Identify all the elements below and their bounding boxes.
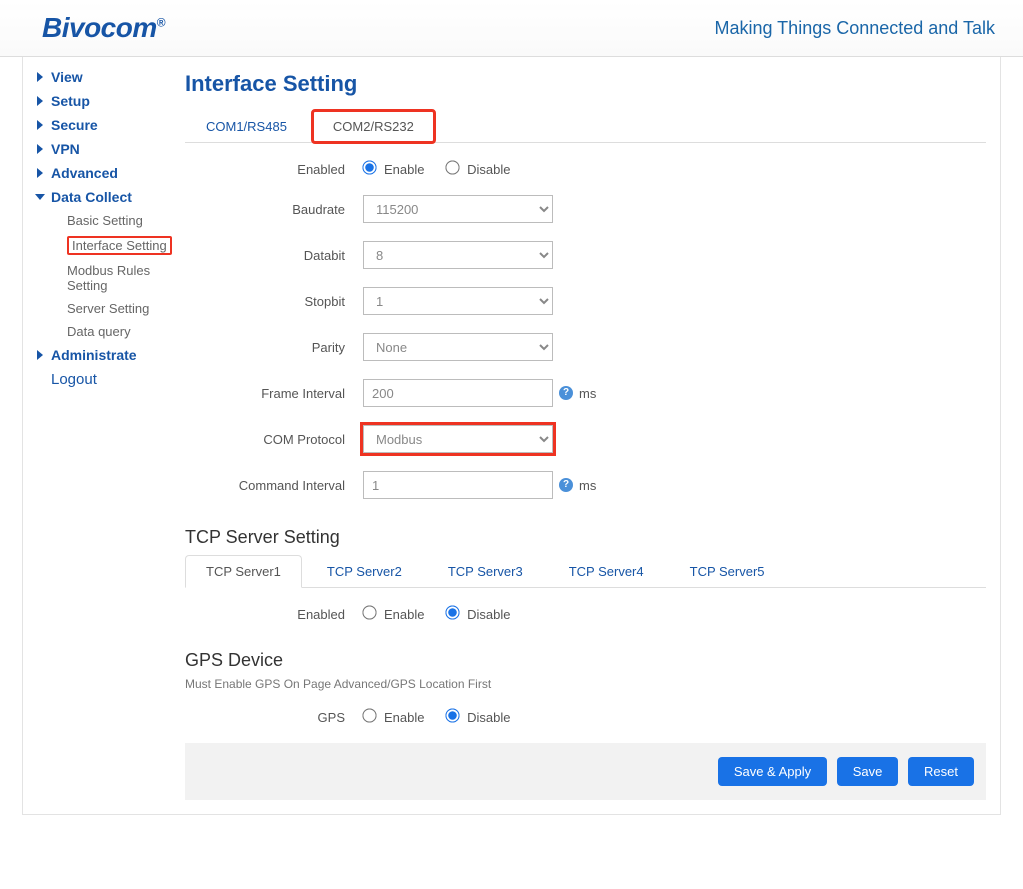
tcp-section-title: TCP Server Setting bbox=[185, 527, 986, 548]
sidebar-item-data-collect[interactable]: Data Collect bbox=[23, 185, 183, 209]
sidebar-item-secure[interactable]: Secure bbox=[23, 113, 183, 137]
reset-button[interactable]: Reset bbox=[908, 757, 974, 786]
sidebar-item-advanced[interactable]: Advanced bbox=[23, 161, 183, 185]
save-apply-button[interactable]: Save & Apply bbox=[718, 757, 827, 786]
sidebar-item-vpn[interactable]: VPN bbox=[23, 137, 183, 161]
sidebar-item-administrate[interactable]: Administrate bbox=[23, 343, 183, 367]
save-button[interactable]: Save bbox=[837, 757, 899, 786]
sidebar-sub-interface-setting[interactable]: Interface Setting bbox=[23, 232, 183, 259]
sidebar-sub-modbus-rules[interactable]: Modbus Rules Setting bbox=[23, 259, 183, 297]
tcp-tabs: TCP Server1 TCP Server2 TCP Server3 TCP … bbox=[185, 554, 986, 588]
radio-disable[interactable]: Disable bbox=[446, 162, 510, 177]
logo: Bivocom® bbox=[42, 12, 165, 44]
radio-gps-disable[interactable]: Disable bbox=[446, 710, 510, 725]
gps-section-sub: Must Enable GPS On Page Advanced/GPS Loc… bbox=[185, 677, 986, 691]
tagline: Making Things Connected and Talk bbox=[714, 18, 995, 39]
select-parity[interactable]: None bbox=[363, 333, 553, 361]
radio-enable[interactable]: Enable bbox=[363, 162, 424, 177]
select-com-protocol[interactable]: Modbus bbox=[363, 425, 553, 453]
sidebar-item-setup[interactable]: Setup bbox=[23, 89, 183, 113]
label-enabled: Enabled bbox=[183, 162, 363, 177]
select-databit[interactable]: 8 bbox=[363, 241, 553, 269]
tab-com1-rs485[interactable]: COM1/RS485 bbox=[185, 110, 308, 143]
input-frame-interval[interactable] bbox=[363, 379, 553, 407]
label-baudrate: Baudrate bbox=[183, 202, 363, 217]
tab-tcp-server5[interactable]: TCP Server5 bbox=[669, 555, 786, 588]
radio-tcp-disable[interactable]: Disable bbox=[446, 607, 510, 622]
sidebar-item-view[interactable]: View bbox=[23, 65, 183, 89]
tab-tcp-server1[interactable]: TCP Server1 bbox=[185, 555, 302, 588]
unit-ms: ms bbox=[579, 386, 596, 401]
label-command-interval: Command Interval bbox=[183, 478, 363, 493]
header: Bivocom® Making Things Connected and Tal… bbox=[0, 0, 1023, 57]
sidebar-sub-data-query[interactable]: Data query bbox=[23, 320, 183, 343]
help-icon[interactable]: ? bbox=[559, 386, 573, 400]
label-com-protocol: COM Protocol bbox=[183, 432, 363, 447]
footer-buttons: Save & Apply Save Reset bbox=[185, 743, 986, 800]
tab-tcp-server4[interactable]: TCP Server4 bbox=[548, 555, 665, 588]
select-stopbit[interactable]: 1 bbox=[363, 287, 553, 315]
help-icon[interactable]: ? bbox=[559, 478, 573, 492]
label-stopbit: Stopbit bbox=[183, 294, 363, 309]
tab-com2-rs232[interactable]: COM2/RS232 bbox=[312, 110, 435, 143]
tab-tcp-server2[interactable]: TCP Server2 bbox=[306, 555, 423, 588]
com-tabs: COM1/RS485 COM2/RS232 bbox=[185, 109, 986, 143]
input-command-interval[interactable] bbox=[363, 471, 553, 499]
sidebar-logout[interactable]: Logout bbox=[23, 367, 183, 392]
unit-ms: ms bbox=[579, 478, 596, 493]
label-parity: Parity bbox=[183, 340, 363, 355]
gps-section-title: GPS Device bbox=[185, 650, 986, 671]
radio-gps-enable[interactable]: Enable bbox=[363, 710, 424, 725]
tab-tcp-server3[interactable]: TCP Server3 bbox=[427, 555, 544, 588]
main: Interface Setting COM1/RS485 COM2/RS232 … bbox=[183, 57, 1000, 814]
sidebar: View Setup Secure VPN Advanced Data Coll… bbox=[23, 57, 183, 814]
label-databit: Databit bbox=[183, 248, 363, 263]
radio-tcp-enable[interactable]: Enable bbox=[363, 607, 424, 622]
label-tcp-enabled: Enabled bbox=[183, 607, 363, 622]
select-baudrate[interactable]: 115200 bbox=[363, 195, 553, 223]
page-title: Interface Setting bbox=[185, 71, 986, 97]
sidebar-sub-basic-setting[interactable]: Basic Setting bbox=[23, 209, 183, 232]
sidebar-sub-server-setting[interactable]: Server Setting bbox=[23, 297, 183, 320]
label-gps: GPS bbox=[183, 710, 363, 725]
label-frame-interval: Frame Interval bbox=[183, 386, 363, 401]
